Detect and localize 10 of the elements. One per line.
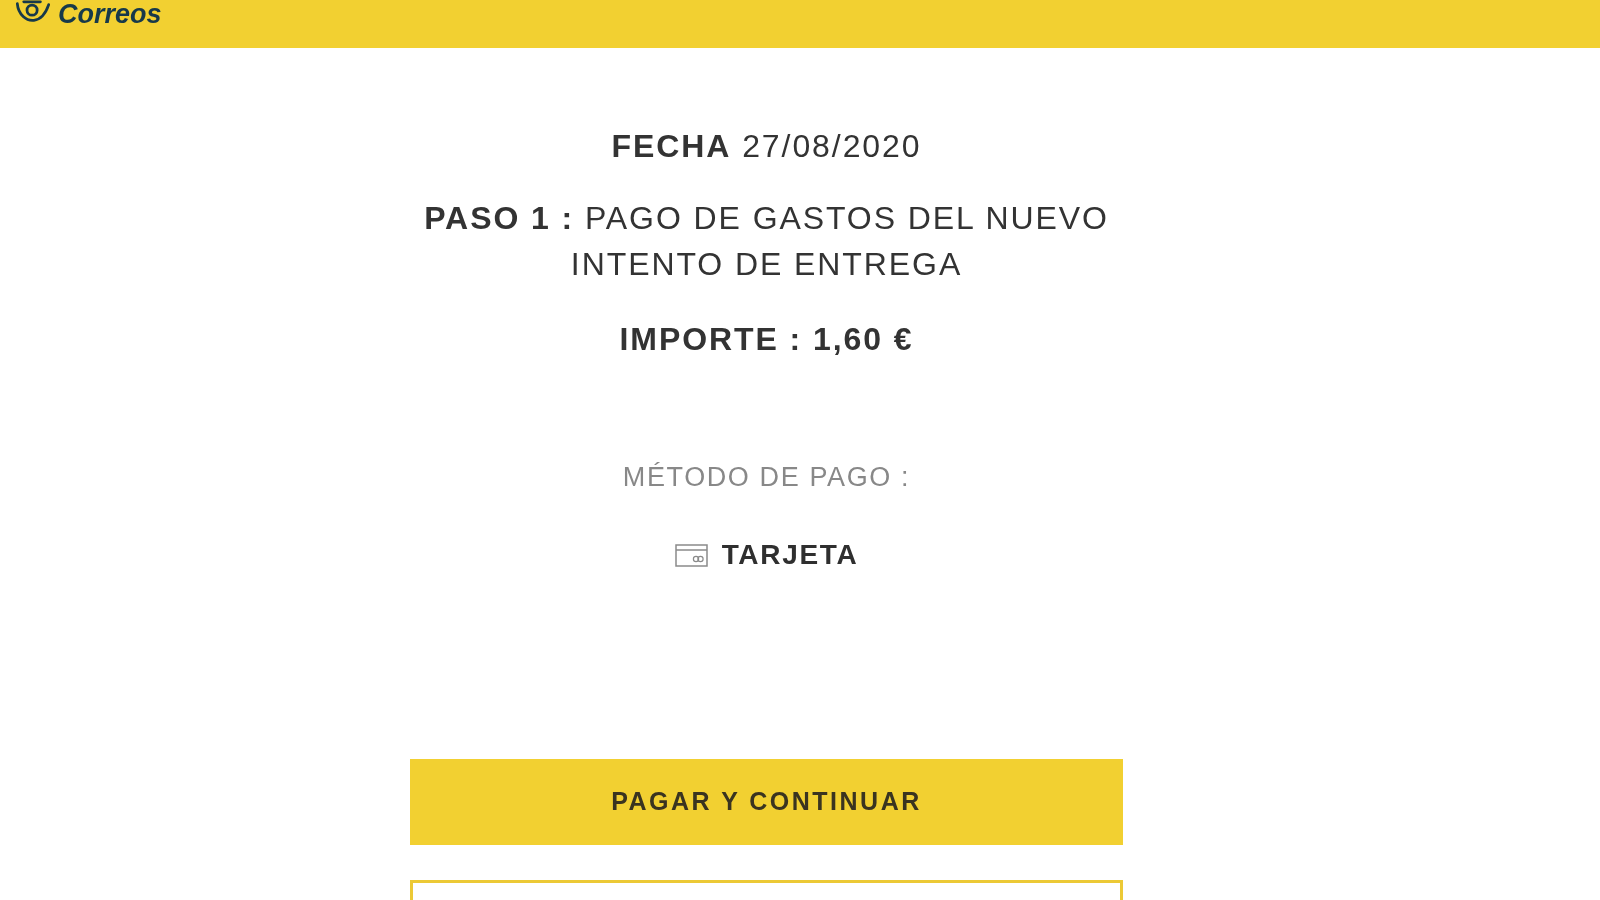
pay-and-continue-button[interactable]: PAGAR Y CONTINUAR <box>410 759 1123 845</box>
credit-card-icon <box>674 543 708 567</box>
date-text: FECHA 27/08/2020 <box>611 127 922 166</box>
outlined-button[interactable] <box>410 880 1123 900</box>
amount-text: IMPORTE : 1,60 € <box>619 320 914 359</box>
logo-wordmark: Correos <box>58 0 162 28</box>
logo-icon <box>14 0 52 24</box>
payment-option-label[interactable]: TARJETA <box>721 535 859 575</box>
payment-method-label: MÉTODO DE PAGO : <box>622 461 911 494</box>
step-text: PASO 1 : PAGO DE GASTOS DEL NUEVO INTENTO DE ENTREGA <box>423 199 1110 284</box>
